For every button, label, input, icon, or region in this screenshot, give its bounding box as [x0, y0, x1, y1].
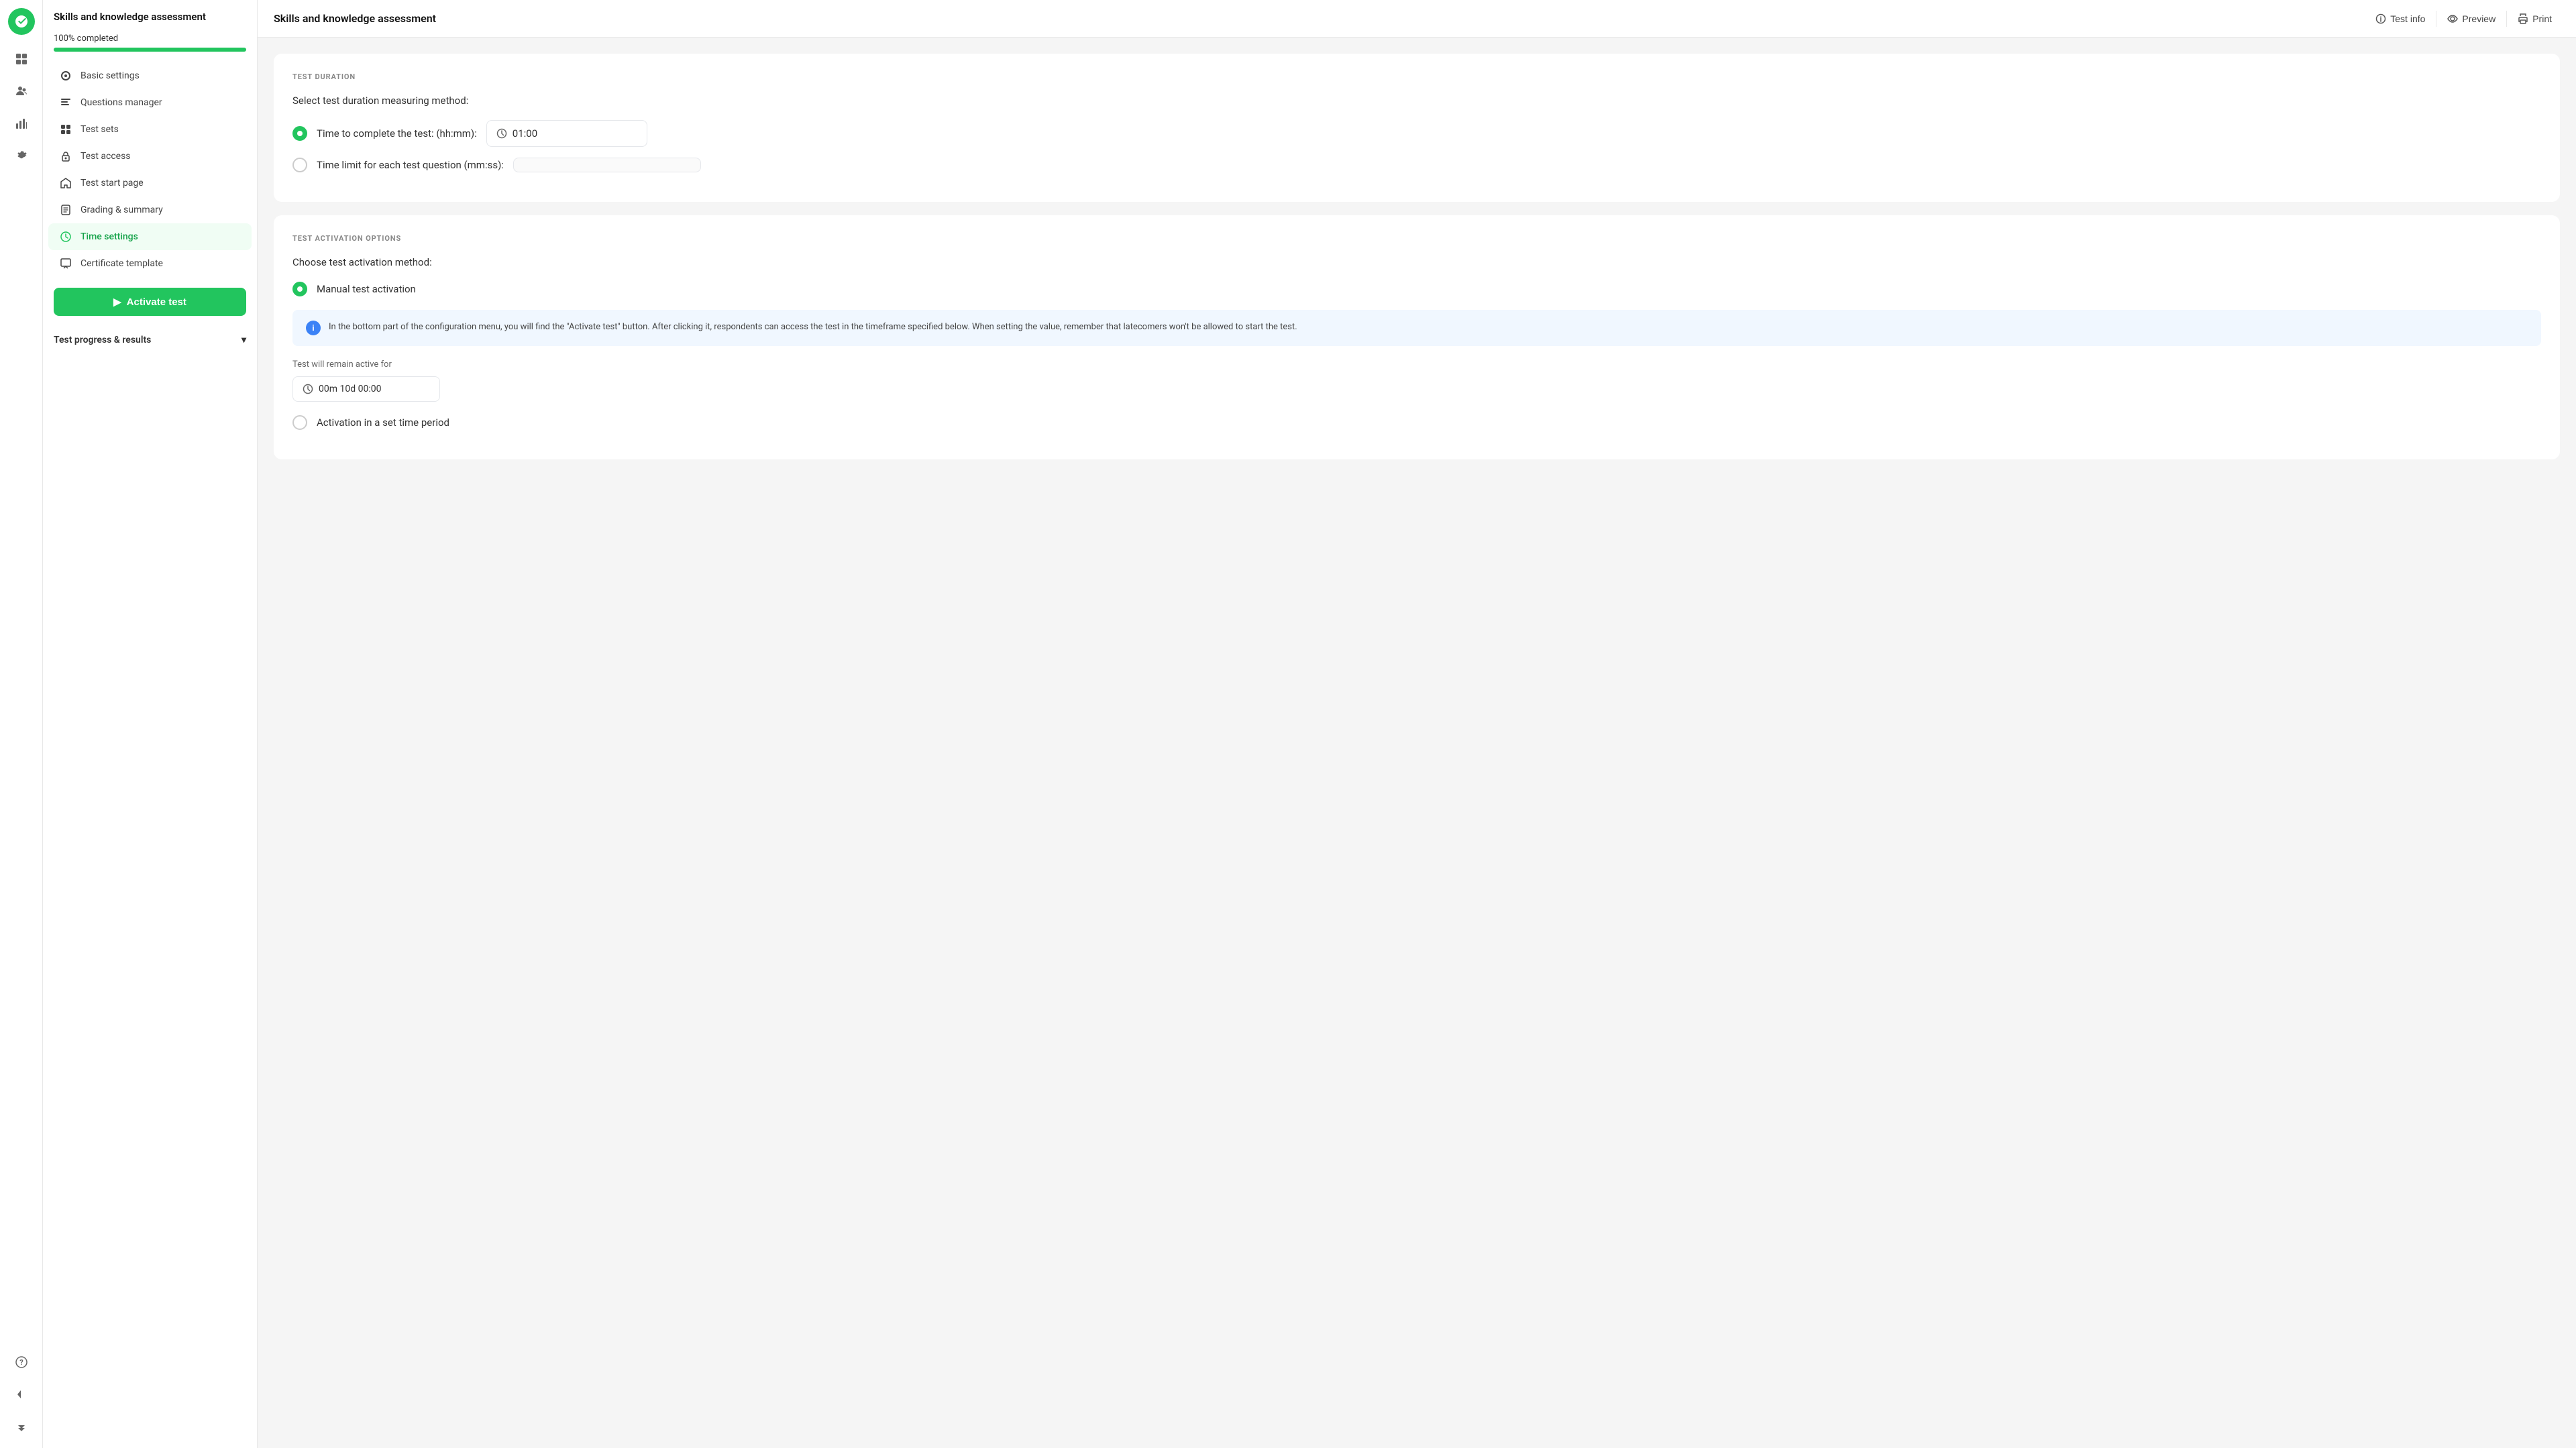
results-section-label: Test progress & results: [54, 335, 151, 345]
clock-icon-1: [496, 128, 507, 139]
time-per-question-input[interactable]: [513, 158, 701, 172]
time-complete-input[interactable]: 01:00: [486, 120, 647, 147]
activation-option-set-time: Activation in a set time period: [292, 415, 2541, 430]
test-access-icon: [59, 150, 72, 163]
test-activation-card: TEST ACTIVATION OPTIONS Choose test acti…: [274, 215, 2560, 459]
activation-manual-label: Manual test activation: [317, 283, 416, 295]
top-bar: Skills and knowledge assessment Test inf…: [258, 0, 2576, 38]
nav-label-questions-manager: Questions manager: [80, 97, 162, 108]
progress-section: 100% completed: [43, 34, 257, 62]
nav-label-grading-summary: Grading & summary: [80, 205, 163, 215]
nav-item-questions-manager[interactable]: Questions manager: [48, 89, 252, 116]
page-title: Skills and knowledge assessment: [274, 12, 436, 25]
activate-test-label: Activate test: [127, 296, 186, 308]
duration-option-2: Time limit for each test question (mm:ss…: [292, 158, 2541, 172]
activation-info-box: i In the bottom part of the configuratio…: [292, 310, 2541, 346]
test-info-label: Test info: [2390, 13, 2425, 24]
icon-bar: ?: [0, 0, 43, 1448]
duration-value: 00m 10d 00:00: [319, 384, 381, 394]
dashboard-icon-btn[interactable]: [8, 46, 35, 72]
activate-test-button[interactable]: ▶ Activate test: [54, 288, 246, 316]
activation-info-text: In the bottom part of the configuration …: [329, 321, 1297, 335]
time-settings-icon: [59, 230, 72, 243]
print-label: Print: [2532, 13, 2552, 24]
preview-label: Preview: [2462, 13, 2496, 24]
duration-input[interactable]: 00m 10d 00:00: [292, 376, 440, 402]
active-for-label: Test will remain active for: [292, 359, 2541, 370]
activation-radio-manual[interactable]: [292, 282, 307, 296]
nav-label-basic-settings: Basic settings: [80, 70, 140, 81]
duration-option-1: Time to complete the test: (hh:mm): 01:0…: [292, 120, 2541, 147]
sidebar: Skills and knowledge assessment 100% com…: [43, 0, 258, 1448]
nav-item-test-start-page[interactable]: Test start page: [48, 170, 252, 197]
questions-manager-icon: [59, 96, 72, 109]
test-duration-label: TEST DURATION: [292, 72, 2541, 81]
sidebar-title: Skills and knowledge assessment: [43, 11, 257, 34]
duration-option-1-label: Time to complete the test: (hh:mm):: [317, 127, 477, 140]
duration-radio-1[interactable]: [292, 126, 307, 141]
nav-list: Basic settings Questions manager: [43, 62, 257, 277]
activation-option-manual: Manual test activation: [292, 282, 2541, 296]
nav-label-test-start-page: Test start page: [80, 178, 144, 188]
nav-item-time-settings[interactable]: Time settings: [48, 223, 252, 250]
help-icon-btn[interactable]: ?: [8, 1349, 35, 1376]
divider-2: [2506, 11, 2507, 27]
users-icon-btn[interactable]: [8, 78, 35, 105]
progress-label: 100% completed: [54, 34, 246, 44]
svg-text:?: ?: [19, 1358, 23, 1367]
print-button[interactable]: Print: [2510, 8, 2560, 30]
analytics-icon-btn[interactable]: [8, 110, 35, 137]
clock-icon-2: [303, 384, 313, 394]
info-icon: i: [306, 321, 321, 335]
test-start-page-icon: [59, 176, 72, 190]
settings-icon-btn[interactable]: [8, 142, 35, 169]
progress-bar-fill: [54, 48, 246, 52]
nav-item-basic-settings[interactable]: Basic settings: [48, 62, 252, 89]
test-duration-subtitle: Select test duration measuring method:: [292, 95, 2541, 107]
nav-label-test-access: Test access: [80, 151, 131, 162]
nav-item-test-access[interactable]: Test access: [48, 143, 252, 170]
nav-item-test-sets[interactable]: Test sets: [48, 116, 252, 143]
play-icon: ▶: [113, 296, 121, 308]
nav-item-grading-summary[interactable]: Grading & summary: [48, 197, 252, 223]
main-content: TEST DURATION Select test duration measu…: [258, 38, 2576, 1448]
test-info-button[interactable]: Test info: [2367, 8, 2433, 30]
nav-label-certificate-template: Certificate template: [80, 258, 163, 269]
preview-button[interactable]: Preview: [2439, 8, 2504, 30]
results-section-header[interactable]: Test progress & results ▾: [43, 327, 257, 353]
duration-radio-2[interactable]: [292, 158, 307, 172]
nav-label-test-sets: Test sets: [80, 124, 119, 135]
nav-item-certificate-template[interactable]: Certificate template: [48, 250, 252, 277]
top-actions: Test info Preview Print: [2367, 8, 2560, 30]
test-sets-icon: [59, 123, 72, 136]
test-activation-label: TEST ACTIVATION OPTIONS: [292, 234, 2541, 243]
test-duration-card: TEST DURATION Select test duration measu…: [274, 54, 2560, 202]
duration-option-2-label: Time limit for each test question (mm:ss…: [317, 159, 504, 171]
progress-bar-bg: [54, 48, 246, 52]
back-icon-btn[interactable]: [8, 1381, 35, 1408]
basic-settings-icon: [59, 69, 72, 82]
collapse-icon-btn[interactable]: [8, 1413, 35, 1440]
chevron-down-icon: ▾: [241, 335, 246, 345]
nav-label-time-settings: Time settings: [80, 231, 138, 242]
certificate-template-icon: [59, 257, 72, 270]
time-complete-value: 01:00: [513, 127, 537, 140]
activation-radio-set-time[interactable]: [292, 415, 307, 430]
grading-summary-icon: [59, 203, 72, 217]
test-activation-subtitle: Choose test activation method:: [292, 256, 2541, 268]
activation-set-time-label: Activation in a set time period: [317, 416, 449, 429]
logo-button[interactable]: [8, 8, 35, 35]
